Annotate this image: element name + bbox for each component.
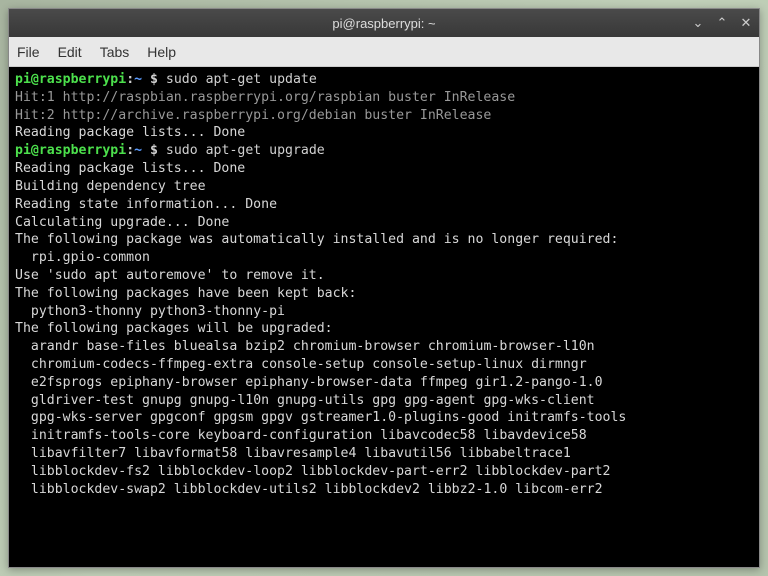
prompt-at: @ (31, 72, 39, 87)
prompt-path: ~ (134, 143, 142, 158)
terminal-line: e2fsprogs epiphany-browser epiphany-brow… (15, 374, 753, 392)
terminal-window: pi@raspberrypi: ~ ⌄ ⌃ ✕ File Edit Tabs H… (8, 8, 760, 568)
terminal-line: libblockdev-swap2 libblockdev-utils2 lib… (15, 481, 753, 499)
window-controls: ⌄ ⌃ ✕ (691, 15, 753, 31)
terminal-line: libblockdev-fs2 libblockdev-loop2 libblo… (15, 463, 753, 481)
terminal-body[interactable]: pi@raspberrypi:~ $ sudo apt-get update H… (9, 67, 759, 567)
menu-file[interactable]: File (17, 44, 40, 60)
prompt-host: raspberrypi (39, 143, 126, 158)
prompt-colon: : (126, 143, 134, 158)
menubar: File Edit Tabs Help (9, 37, 759, 67)
terminal-line: pi@raspberrypi:~ $ sudo apt-get update (15, 71, 753, 89)
terminal-line: The following packages have been kept ba… (15, 285, 753, 303)
terminal-line: The following packages will be upgraded: (15, 320, 753, 338)
terminal-line: chromium-codecs-ffmpeg-extra console-set… (15, 356, 753, 374)
prompt-colon: : (126, 72, 134, 87)
close-button[interactable]: ✕ (739, 15, 753, 31)
terminal-line: Reading state information... Done (15, 196, 753, 214)
terminal-line: Reading package lists... Done (15, 160, 753, 178)
menu-edit[interactable]: Edit (58, 44, 82, 60)
terminal-line: The following package was automatically … (15, 231, 753, 249)
terminal-line: Hit:2 http://archive.raspberrypi.org/deb… (15, 107, 753, 125)
terminal-line: initramfs-tools-core keyboard-configurat… (15, 427, 753, 445)
minimize-button[interactable]: ⌄ (691, 15, 705, 31)
terminal-line: Building dependency tree (15, 178, 753, 196)
prompt-user: pi (15, 143, 31, 158)
menu-help[interactable]: Help (147, 44, 176, 60)
terminal-line: python3-thonny python3-thonny-pi (15, 303, 753, 321)
menu-tabs[interactable]: Tabs (100, 44, 130, 60)
terminal-line: gldriver-test gnupg gnupg-l10n gnupg-uti… (15, 392, 753, 410)
terminal-line: Hit:1 http://raspbian.raspberrypi.org/ra… (15, 89, 753, 107)
terminal-line: Calculating upgrade... Done (15, 214, 753, 232)
terminal-line: libavfilter7 libavformat58 libavresample… (15, 445, 753, 463)
terminal-line: pi@raspberrypi:~ $ sudo apt-get upgrade (15, 142, 753, 160)
terminal-line: gpg-wks-server gpgconf gpgsm gpgv gstrea… (15, 409, 753, 427)
terminal-line: arandr base-files bluealsa bzip2 chromiu… (15, 338, 753, 356)
command-text: sudo apt-get upgrade (166, 143, 325, 158)
prompt-path: ~ (134, 72, 142, 87)
titlebar[interactable]: pi@raspberrypi: ~ ⌄ ⌃ ✕ (9, 9, 759, 37)
terminal-line: rpi.gpio-common (15, 249, 753, 267)
maximize-button[interactable]: ⌃ (715, 15, 729, 31)
command-text: sudo apt-get update (166, 72, 317, 87)
prompt-at: @ (31, 143, 39, 158)
prompt-dollar: $ (142, 72, 166, 87)
prompt-host: raspberrypi (39, 72, 126, 87)
prompt-user: pi (15, 72, 31, 87)
terminal-line: Use 'sudo apt autoremove' to remove it. (15, 267, 753, 285)
window-title: pi@raspberrypi: ~ (332, 16, 435, 31)
terminal-line: Reading package lists... Done (15, 124, 753, 142)
prompt-dollar: $ (142, 143, 166, 158)
